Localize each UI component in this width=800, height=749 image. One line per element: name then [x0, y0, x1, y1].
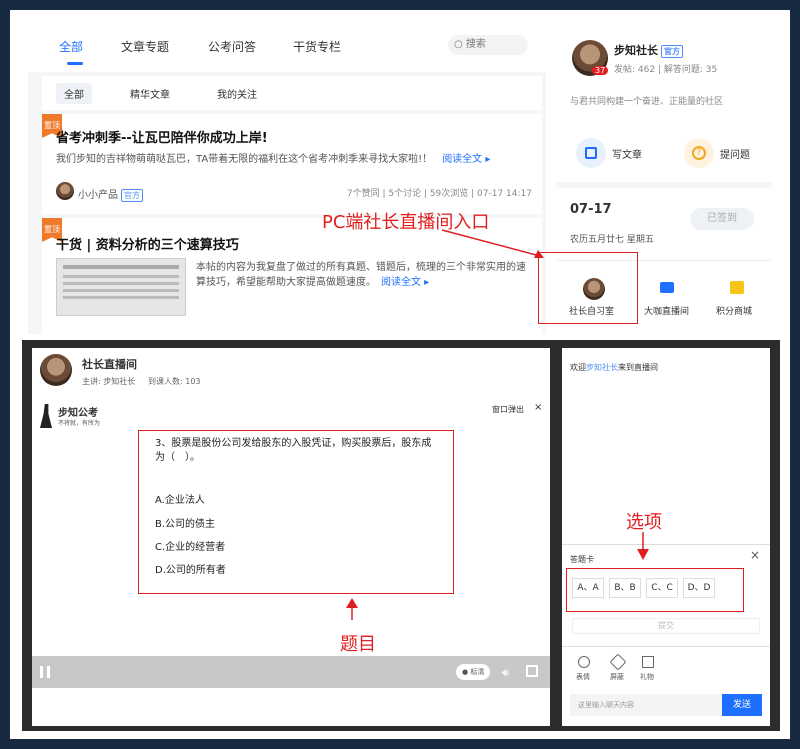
gift-label[interactable]: 礼物: [640, 672, 654, 682]
chat-input[interactable]: 这里输入聊天内容: [570, 694, 722, 716]
calendar-date: 07-17: [570, 202, 612, 217]
send-button[interactable]: 发送: [722, 694, 762, 716]
search-icon: ○: [454, 39, 463, 50]
chat-panel: 欢迎步知社长来到直播间 答题卡 × 提交 表情 屏蔽 礼物 这里输入聊天内容 发…: [562, 348, 770, 726]
level-badge: 37: [592, 66, 609, 75]
profile-name[interactable]: 步知社长 官方: [614, 42, 683, 58]
subtab-following[interactable]: 我的关注: [217, 86, 257, 101]
shortcut-points-mall[interactable]: 积分商城: [716, 304, 752, 317]
subtab-featured[interactable]: 精华文章: [130, 86, 170, 101]
block-icon[interactable]: [609, 653, 627, 671]
live-room-icon[interactable]: [660, 282, 674, 293]
question-stem: 3、股票是股份公司发给股东的入股凭证，购买股票后，股东成为（ ）。: [155, 438, 432, 463]
profile-slogan: 与君共同构建一个奋进、正能量的社区: [570, 97, 724, 107]
official-tag: 官方: [121, 189, 143, 202]
fullscreen-icon[interactable]: [526, 665, 538, 677]
post-stats: 7个赞同 | 5个讨论 | 59次浏览 | 07-17 14:17: [346, 189, 532, 199]
annotation-options: 选项: [626, 512, 662, 533]
annotation-arrow: [441, 229, 544, 258]
tab-columns[interactable]: 干货专栏: [293, 38, 341, 55]
tab-articles[interactable]: 文章专题: [121, 38, 169, 55]
post-title[interactable]: 干货 | 资料分析的三个速算技巧: [56, 234, 239, 253]
points-mall-icon[interactable]: [730, 281, 744, 294]
shortcut-live-room[interactable]: 大咖直播间: [644, 304, 689, 317]
options-box: [566, 568, 744, 612]
tab-all[interactable]: 全部: [59, 38, 83, 55]
post-author[interactable]: 小小产品 官方: [78, 186, 143, 202]
top-nav: 全部 文章专题 公考问答 干货专栏 ○ 搜索: [28, 20, 546, 72]
read-more-link[interactable]: 阅读全文 ▸: [381, 277, 429, 288]
highlight-box: [538, 252, 638, 324]
video-controls: ● 标清 🔊︎: [32, 656, 550, 688]
calendar-lunar: 农历五月廿七 星期五: [570, 235, 654, 245]
profile-stats: 发帖: 462 | 解答问题: 35: [614, 65, 718, 75]
logo-icon: [40, 404, 52, 428]
quality-toggle[interactable]: ● 标清: [456, 664, 491, 680]
write-article-icon[interactable]: [576, 138, 606, 168]
annotation-arrow: [637, 532, 649, 560]
signed-in-button[interactable]: 已签到: [690, 208, 754, 230]
ask-question-icon[interactable]: ?: [684, 138, 714, 168]
volume-icon[interactable]: 🔊︎: [502, 666, 509, 680]
live-count: 到课人数: 103: [148, 377, 201, 386]
annotation-arrow: [346, 598, 358, 620]
logo-text: 步知公考: [58, 408, 98, 419]
answer-card-title: 答题卡: [570, 555, 594, 564]
gift-icon[interactable]: [642, 656, 654, 668]
question-option-c: C.企业的经营者: [155, 542, 226, 553]
welcome-message: 欢迎步知社长来到直播间: [570, 363, 658, 372]
post-desc: 本帖的内容为我复盘了做过的所有真题、错题后，梳理的三个非常实用的速算技巧，希望能…: [196, 262, 526, 288]
post-feed: 全部 精华文章 我的关注 置顶 省考冲刺季--让瓦巴陪伴你成功上岸! 我们步知的…: [28, 72, 546, 334]
host-avatar: [40, 354, 72, 386]
block-label[interactable]: 屏蔽: [610, 672, 624, 682]
live-host: 主讲: 步知社长: [82, 377, 136, 386]
ask-question-button[interactable]: 提问题: [720, 146, 750, 161]
emoji-label[interactable]: 表情: [576, 672, 590, 682]
question-option-b: B.公司的债主: [155, 519, 216, 530]
write-article-button[interactable]: 写文章: [612, 146, 642, 161]
popout-button[interactable]: 窗口弹出: [492, 404, 524, 415]
search-input[interactable]: ○ 搜索: [448, 35, 528, 55]
avatar[interactable]: [56, 182, 74, 200]
popout-close-icon[interactable]: ×: [534, 402, 542, 413]
submit-button[interactable]: 提交: [572, 618, 760, 634]
subtab-all[interactable]: 全部: [56, 83, 92, 104]
tab-qa[interactable]: 公考问答: [208, 38, 256, 55]
active-tab-indicator: [67, 62, 83, 65]
answer-card-close-icon[interactable]: ×: [750, 548, 760, 562]
read-more-link[interactable]: 阅读全文 ▸: [442, 154, 490, 165]
emoji-icon[interactable]: [578, 656, 590, 668]
pause-icon[interactable]: [40, 666, 50, 678]
question-option-a: A.企业法人: [155, 495, 205, 506]
post-title[interactable]: 省考冲刺季--让瓦巴陪伴你成功上岸!: [56, 127, 268, 146]
live-title: 社长直播间: [82, 358, 137, 371]
post-thumbnail[interactable]: [56, 258, 186, 316]
question-option-d: D.公司的所有者: [155, 565, 226, 576]
post-card[interactable]: 置顶 省考冲刺季--让瓦巴陪伴你成功上岸! 我们步知的吉祥物萌萌哒瓦巴，TA带着…: [42, 114, 542, 214]
annotation-question: 题目: [340, 634, 376, 655]
post-desc: 我们步知的吉祥物萌萌哒瓦巴，TA带着无限的福利在这个省考冲刺季来寻找大家啦!！ …: [56, 154, 491, 165]
logo-subtext: 不将就，有所为: [58, 420, 101, 427]
